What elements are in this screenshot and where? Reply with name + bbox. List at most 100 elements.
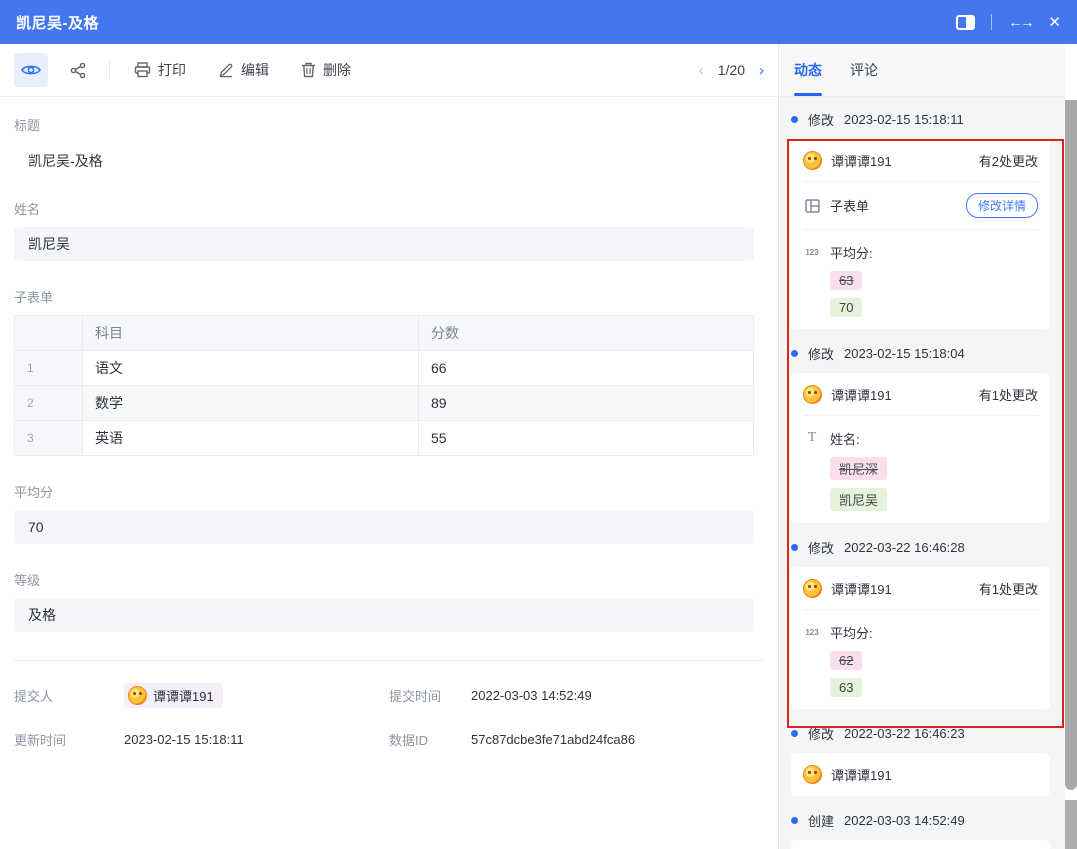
field-change-row: 123 平均分: [803, 241, 1038, 263]
card-user-row: 谭谭谭191 有1处更改 [803, 579, 1038, 598]
user-avatar [128, 686, 147, 705]
activity-entry-header: 修改 2022-03-22 16:46:28 [791, 538, 1050, 557]
meta-update-time: 更新时间 2023-02-15 15:18:11 [14, 730, 389, 749]
tab-comments[interactable]: 评论 [850, 44, 878, 96]
data-id-label: 数据ID [389, 730, 471, 749]
delete-label: 删除 [323, 60, 351, 80]
diff-new-wrap: 凯尼吴 [803, 480, 1038, 511]
tab-activity[interactable]: 动态 [794, 44, 822, 96]
update-time-label: 更新时间 [14, 730, 124, 749]
submitter-label: 提交人 [14, 686, 124, 705]
field-name: 姓名 凯尼吴 [14, 199, 764, 261]
subject-cell: 数学 [83, 386, 419, 421]
card-user-name: 谭谭谭191 [831, 765, 892, 784]
toolbar-actions: 打印 编辑 删除 [134, 60, 351, 80]
share-button[interactable] [70, 62, 87, 79]
card-user-name: 谭谭谭191 [831, 579, 892, 598]
pencil-icon [218, 62, 234, 78]
timeline-dot-icon [791, 730, 798, 737]
detail-toolbar: 打印 编辑 删除 ‹ 1/20 › [0, 44, 778, 97]
activity-entry-header: 修改 2022-03-22 16:46:23 [791, 724, 1050, 743]
field-grade: 等级 及格 [14, 570, 764, 632]
activity-card: 谭谭谭191 [791, 753, 1050, 796]
table-row: 1 语文 66 [15, 351, 754, 386]
table-row: 2 数学 89 [15, 386, 754, 421]
activity-entry-header: 修改 2023-02-15 15:18:04 [791, 344, 1050, 363]
submit-time-label: 提交时间 [389, 686, 471, 705]
prev-record-icon[interactable]: ‹ [699, 63, 704, 78]
activity-action: 修改 [808, 344, 834, 363]
subform-header-row: 科目 分数 [15, 316, 754, 351]
field-subform: 子表单 科目 分数 1 语文 66 2 [14, 287, 764, 456]
user-avatar [803, 151, 822, 170]
field-grade-value: 及格 [14, 598, 754, 632]
row-number: 2 [15, 386, 83, 421]
meta-row-2: 更新时间 2023-02-15 15:18:11 数据ID 57c87dcbe3… [14, 730, 764, 749]
field-name-value: 凯尼吴 [14, 227, 754, 261]
field-grade-label: 等级 [14, 570, 764, 589]
window-controls-divider [991, 14, 992, 30]
expand-width-icon[interactable]: ←→ [1008, 15, 1032, 29]
trash-icon [301, 62, 316, 78]
edit-button[interactable]: 编辑 [218, 60, 269, 80]
card-user-name: 谭谭谭191 [831, 151, 892, 170]
panel-toggle-icon[interactable] [956, 15, 975, 30]
activity-card: 谭谭谭191 有1处更改 T 姓名: 凯尼深 凯尼吴 [791, 373, 1050, 523]
old-value: 凯尼深 [830, 457, 887, 480]
activity-action: 修改 [808, 538, 834, 557]
card-divider [803, 415, 1038, 416]
timeline-dot-icon [791, 350, 798, 357]
form-content: 标题 凯尼吴-及格 姓名 凯尼吴 子表单 科目 分数 1 [0, 97, 778, 749]
timeline-dot-icon [791, 116, 798, 123]
card-user-name: 谭谭谭191 [831, 385, 892, 404]
activity-time: 2022-03-03 14:52:49 [844, 813, 965, 828]
meta-row-1: 提交人 谭谭谭191 提交时间 2022-03-03 14:52:49 [14, 683, 764, 708]
print-button[interactable]: 打印 [134, 60, 186, 80]
printer-icon [134, 62, 151, 78]
old-value: 62 [830, 651, 862, 670]
background-window-strip [1065, 100, 1077, 790]
activity-entry-header: 创建 2022-03-03 14:52:49 [791, 811, 1050, 830]
meta-section: 提交人 谭谭谭191 提交时间 2022-03-03 14:52:49 更新时间… [14, 683, 764, 749]
card-divider [803, 229, 1038, 230]
score-cell: 66 [419, 351, 754, 386]
new-value: 63 [830, 678, 862, 697]
edit-label: 编辑 [241, 60, 269, 80]
detail-panel: 打印 编辑 删除 ‹ 1/20 › 标题 凯尼吴-及格 [0, 44, 779, 849]
subform-score-header: 分数 [419, 316, 754, 351]
diff-old-wrap: 凯尼深 [803, 449, 1038, 480]
subject-cell: 英语 [83, 421, 419, 456]
field-average-value: 70 [14, 510, 754, 544]
new-value: 凯尼吴 [830, 488, 887, 511]
subform-change-label: 子表单 [830, 196, 869, 215]
delete-button[interactable]: 删除 [301, 60, 351, 80]
next-record-icon[interactable]: › [759, 63, 764, 78]
score-cell: 55 [419, 421, 754, 456]
subform-rownum-header [15, 316, 83, 351]
field-change-row: 123 平均分: [803, 621, 1038, 643]
subform-table: 科目 分数 1 语文 66 2 数学 89 [14, 315, 754, 456]
activity-card [791, 840, 1050, 849]
activity-list[interactable]: 修改 2023-02-15 15:18:11 谭谭谭191 有2处更改 子表单 … [780, 97, 1065, 849]
record-pager: ‹ 1/20 › [699, 62, 764, 78]
field-average-label: 平均分 [14, 482, 764, 501]
number-field-icon: 123 [803, 628, 821, 637]
new-value: 70 [830, 298, 862, 317]
timeline-dot-icon [791, 817, 798, 824]
change-detail-button[interactable]: 修改详情 [966, 193, 1038, 218]
activity-action: 修改 [808, 110, 834, 129]
row-number: 1 [15, 351, 83, 386]
activity-time: 2022-03-22 16:46:23 [844, 726, 965, 741]
submitter-badge[interactable]: 谭谭谭191 [124, 683, 223, 708]
subform-change-row: 子表单 修改详情 [803, 193, 1038, 218]
view-button[interactable] [14, 53, 48, 87]
change-count: 有2处更改 [979, 151, 1038, 170]
background-window-strip-bottom [1065, 800, 1077, 849]
diff-old-wrap: 63 [803, 263, 1038, 290]
close-icon[interactable]: ✕ [1048, 15, 1061, 30]
user-avatar [803, 385, 822, 404]
activity-card: 谭谭谭191 有1处更改 123 平均分: 62 63 [791, 567, 1050, 709]
card-user-row: 谭谭谭191 有2处更改 [803, 151, 1038, 170]
activity-time: 2022-03-22 16:46:28 [844, 540, 965, 555]
meta-data-id: 数据ID 57c87dcbe3fe71abd24fca86 [389, 730, 764, 749]
